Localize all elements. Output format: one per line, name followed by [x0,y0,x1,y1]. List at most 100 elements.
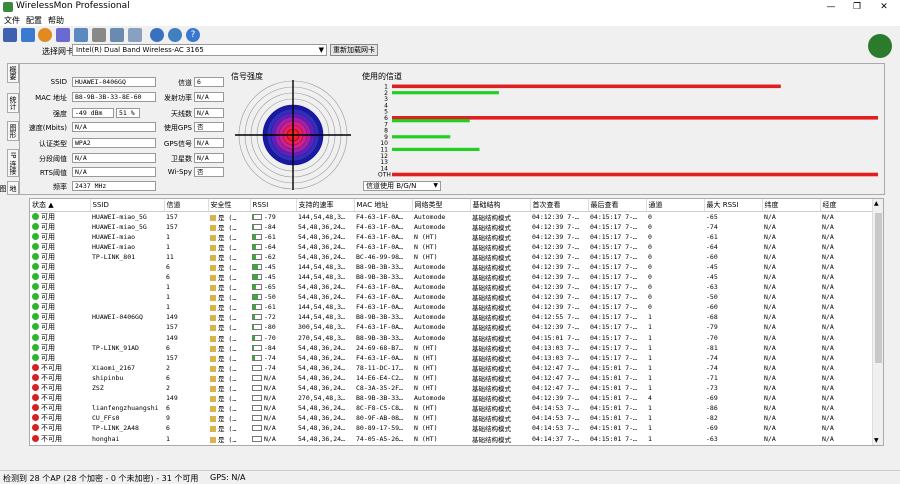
column-header[interactable]: 首次查看 [530,199,588,211]
export-icon[interactable] [56,28,70,42]
table-row[interactable]: 不可用shipinbu6是 (…N/A54,48,36,24…14-E6-E4-… [30,373,877,383]
menu-file[interactable]: 文件 [4,15,20,26]
table-row[interactable]: 可用HUAWEI-miao1是 (…-6154,48,36,24…F4-63-1… [30,232,877,242]
column-header[interactable]: 最后查看 [588,199,646,211]
table-cell: 是 (… [208,423,250,433]
column-header[interactable]: 网络类型 [412,199,470,211]
table-cell: N/A [762,353,820,363]
column-header[interactable]: MAC 地址 [354,199,412,211]
table-row[interactable]: 可用TP-LINK_91AD6是 (…-8454,48,36,24…24-69-… [30,343,877,353]
table-row[interactable]: 可用6是 (…-45144,54,48,3…B8-9B-3B-33…Automo… [30,272,877,282]
channel-mode-select[interactable]: 信道使用 B/G/N ▼ [363,181,441,191]
column-header[interactable]: 通道 [646,199,704,211]
info-icon[interactable] [150,28,164,42]
table-row[interactable]: 可用1是 (…-6554,48,36,24…F4-63-1F-0A…Automo… [30,282,877,292]
tab-graph[interactable]: 图形 [7,121,19,141]
table-cell: 可用 [30,312,90,322]
antenna-label: 天线数 [154,109,192,119]
scroll-down-icon[interactable]: ▼ [874,437,879,444]
table-row[interactable]: 不可用149是 (…N/A270,54,48,3…B8-9B-3B-33…Aut… [30,393,877,403]
menu-help[interactable]: 帮助 [48,15,64,26]
tab-summary[interactable]: 概要 [7,63,19,83]
table-cell: 1 [646,444,704,446]
table-row[interactable]: 可用6是 (…-45144,54,48,3…B8-9B-3B-33…Automo… [30,262,877,272]
table-cell: 04:12:47 7-… [530,373,588,383]
column-header[interactable]: 信道 [164,199,208,211]
lock-icon [210,305,216,311]
vertical-scrollbar[interactable]: ▲ ▼ [872,199,883,445]
settings-icon[interactable] [38,28,52,42]
map-icon[interactable] [128,28,142,42]
column-header[interactable]: 状态 ▲ [30,199,90,211]
table-cell: 1 [164,302,208,312]
table-cell: -50 [704,292,762,302]
column-header[interactable]: 经度 [820,199,877,211]
table-row[interactable]: 可用1是 (…-5054,48,36,24…F4-63-1F-0A…Automo… [30,292,877,302]
table-cell: 144,54,48,3… [296,302,354,312]
clipboard-icon[interactable] [110,28,124,42]
lock-icon [210,275,216,281]
table-cell: -45 [250,272,296,282]
table-cell [90,282,164,292]
available-icon [32,283,39,290]
column-header[interactable]: 基础结构 [470,199,530,211]
table-cell: 04:12:39 7-… [530,292,588,302]
txpower-value: N/A [194,92,224,102]
print-icon[interactable] [92,28,106,42]
table-row[interactable]: 不可用lianfengzhuangshi6是 (…N/A54,48,36,24…… [30,403,877,413]
scroll-up-icon[interactable]: ▲ [874,200,879,207]
column-header[interactable]: SSID [90,199,164,211]
column-header[interactable]: 安全性 [208,199,250,211]
column-header[interactable]: 纬度 [762,199,820,211]
column-header[interactable]: RSSI [250,199,296,211]
scroll-thumb[interactable] [875,213,882,363]
table-row[interactable]: 不可用honghai1是 (…N/A54,48,36,24…74-05-A5-2… [30,433,877,443]
document-icon[interactable] [74,28,88,42]
nic-value: Intel(R) Dual Band Wireless-AC 3165 [76,46,204,54]
table-row[interactable]: 可用157是 (…-80300,54,48,3…F4-63-1F-0A…Auto… [30,322,877,332]
table-cell: N/A [250,433,296,443]
save-icon[interactable] [3,28,17,42]
table-row[interactable]: 不可用CU_FFs09是 (…N/A54,48,36,24…80-9F-AB-0… [30,413,877,423]
table-row[interactable]: 不可用TP-LINK_2A486是 (…N/A54,48,36,24…80-89… [30,423,877,433]
table-row[interactable]: 不可用ZSZ2是 (…N/A54,48,36,24…C8-3A-35-2F…N … [30,383,877,393]
table-cell: 0 [646,211,704,222]
table-cell: N/A [762,322,820,332]
network-logo-icon [868,34,892,58]
help-icon[interactable]: ? [186,28,200,42]
table-cell: -60 [704,252,762,262]
table-cell: N/A [820,242,877,252]
reload-nic-button[interactable]: 重新加载网卡 [330,44,378,56]
table-row[interactable]: 可用TP-LINK_80111是 (…-6254,48,36,24…BC-46-… [30,252,877,262]
table-cell [90,302,164,312]
table-cell: N/A [820,413,877,423]
table-row[interactable]: 可用HUAWEI-0406GQ149是 (…-72144,54,48,3…B8-… [30,312,877,322]
table-row[interactable]: 不可用Xiaomi_21672是 (…-7454,48,36,24…78-11-… [30,363,877,373]
table-row[interactable]: 可用1是 (…-61144,54,48,3…F4-63-1F-0A…Automo… [30,302,877,312]
nic-select[interactable]: Intel(R) Dual Band Wireless-AC 3165 ▼ [72,44,327,56]
table-cell: 基础结构模式 [470,302,530,312]
column-header[interactable]: 支持的速率 [296,199,354,211]
table-row[interactable]: 不可用TP-LINK_11011是 (…N/A54,48,36,24…C6-6F… [30,444,877,446]
refresh-icon[interactable] [21,28,35,42]
table-cell: N/A [820,423,877,433]
tab-ip-connect[interactable]: IP 连接 [7,149,19,177]
available-icon [32,313,39,320]
tab-map[interactable]: 地图 [7,181,19,195]
table-cell: 是 (… [208,363,250,373]
menu-config[interactable]: 配置 [26,15,42,26]
table-cell: N/A [820,292,877,302]
strength-label: 强度 [22,109,67,119]
column-header[interactable]: 最大 RSSI [704,199,762,211]
table-row[interactable]: 可用HUAWEI-miao_5G157是 (…-8454,48,36,24…F4… [30,222,877,232]
table-row[interactable]: 可用HUAWEI-miao_5G157是 (…-79144,54,48,3…F4… [30,211,877,222]
maximize-button[interactable]: ❐ [842,0,872,14]
table-cell: Automode [412,211,470,222]
tab-stats[interactable]: 统计 [7,93,19,113]
table-cell: 可用 [30,292,90,302]
table-row[interactable]: 可用HUAWEI-miao1是 (…-6454,48,36,24…F4-63-1… [30,242,877,252]
table-row[interactable]: 可用149是 (…-70270,54,48,3…B8-9B-3B-33…Auto… [30,333,877,343]
close-button[interactable]: ✕ [869,0,899,14]
forward-icon[interactable] [168,28,182,42]
table-row[interactable]: 可用157是 (…-7454,48,36,24…F4-63-1F-0A…N (H… [30,353,877,363]
